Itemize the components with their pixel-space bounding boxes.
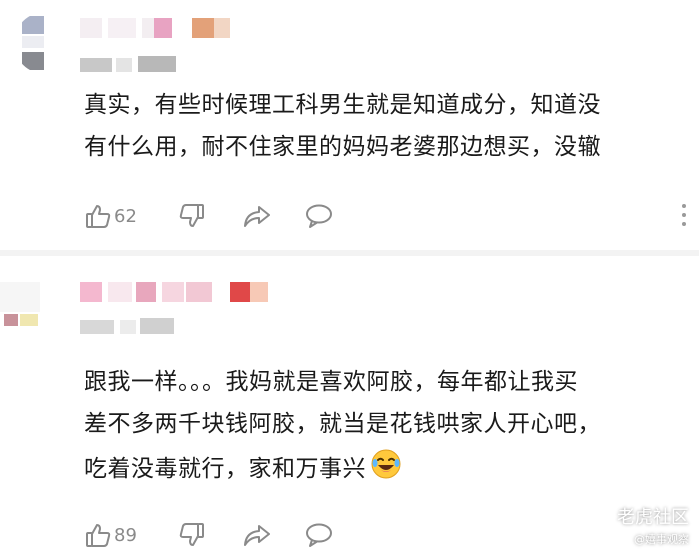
more-icon[interactable] — [681, 204, 687, 231]
blurred-meta-info — [80, 56, 200, 74]
comment-actions: 62 — [84, 199, 684, 233]
comment-text: 真实，有些时候理工科男生就是知道成分，知道没 有什么用，耐不住家里的妈妈老婆那边… — [84, 87, 685, 165]
comment-text-line: 吃着没毒就行，家和万事兴 — [84, 456, 366, 482]
reply-button[interactable] — [304, 199, 334, 233]
laughing-emoji-icon — [370, 448, 402, 491]
share-button[interactable] — [242, 199, 272, 233]
comment-icon — [306, 523, 332, 547]
dislike-button[interactable] — [178, 518, 206, 552]
comment-text: 跟我一样。。。我妈就是喜欢阿胶，每年都让我买 差不多两千块钱阿胶，就当是花钱哄家… — [84, 364, 685, 491]
share-button[interactable] — [242, 518, 272, 552]
share-icon — [244, 206, 270, 227]
like-button[interactable]: 62 — [84, 199, 137, 233]
like-button[interactable]: 89 — [84, 518, 137, 552]
comment-card-1: 真实，有些时候理工科男生就是知道成分，知道没 有什么用，耐不住家里的妈妈老婆那边… — [0, 0, 699, 250]
comment-text-line: 跟我一样。。。我妈就是喜欢阿胶，每年都让我买 — [84, 369, 578, 395]
avatar[interactable] — [0, 278, 48, 342]
avatar[interactable] — [14, 12, 76, 74]
blurred-username[interactable] — [80, 282, 280, 304]
comment-text-line: 真实，有些时候理工科男生就是知道成分，知道没 — [84, 92, 601, 118]
reply-button[interactable] — [304, 518, 334, 552]
dislike-button[interactable] — [178, 199, 206, 233]
comment-text-line: 有什么用，耐不住家里的妈妈老婆那边想买，没辙 — [84, 134, 601, 160]
watermark-sub: @嬉事观察 — [634, 533, 689, 546]
watermark-brand: 老虎社区 — [617, 507, 689, 528]
like-count: 89 — [114, 524, 137, 546]
watermark: 老虎社区 @嬉事观察 — [589, 503, 689, 547]
thumbs-up-icon — [86, 524, 111, 547]
tiger-logo-icon — [589, 505, 611, 527]
thumbs-up-icon — [86, 205, 111, 228]
share-icon — [244, 525, 270, 546]
comment-icon — [306, 204, 332, 228]
watermark-logo: 老虎社区 — [589, 503, 689, 529]
comment-text-line: 差不多两千块钱阿胶，就当是花钱哄家人开心吧， — [84, 411, 601, 437]
thumbs-down-icon — [179, 204, 204, 227]
like-count: 62 — [114, 205, 137, 227]
comment-text-last-line-wrap: 吃着没毒就行，家和万事兴 — [84, 448, 685, 491]
blurred-meta-info — [80, 318, 200, 336]
blurred-username[interactable] — [80, 18, 240, 40]
thumbs-down-icon — [179, 523, 204, 546]
